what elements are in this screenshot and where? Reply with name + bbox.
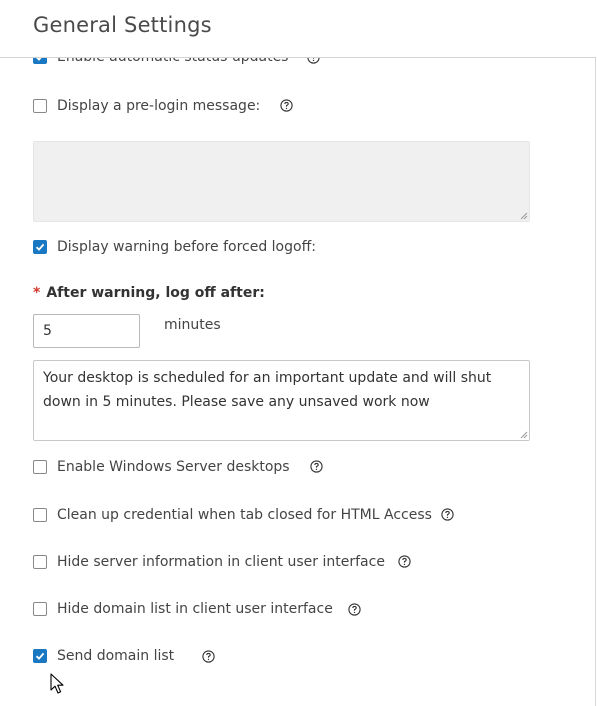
windows-server-checkbox[interactable] (33, 460, 47, 474)
row-hide-domain-list[interactable]: Hide domain list in client user interfac… (33, 599, 333, 619)
mouse-pointer-icon (50, 673, 64, 694)
cleanup-credential-label: Clean up credential when tab closed for … (57, 507, 432, 523)
warning-message-textarea[interactable]: Your desktop is scheduled for an importa… (33, 360, 530, 441)
help-icon[interactable] (398, 555, 411, 568)
minutes-units-label: minutes (164, 317, 221, 333)
prelogin-label: Display a pre-login message: (57, 98, 261, 114)
logoff-after-label: * After warning, log off after: (33, 285, 265, 301)
warning-message-text: Your desktop is scheduled for an importa… (43, 370, 492, 410)
settings-panel: Enable automatic status updates Display … (0, 0, 596, 706)
row-warning[interactable]: Display warning before forced logoff: (33, 237, 316, 257)
help-icon[interactable] (202, 650, 215, 663)
required-marker: * (33, 285, 41, 301)
windows-server-label: Enable Windows Server desktops (57, 459, 290, 475)
prelogin-message-textarea[interactable] (33, 141, 530, 222)
hide-domain-list-checkbox[interactable] (33, 602, 47, 616)
warning-checkbox[interactable] (33, 240, 47, 254)
hide-server-info-checkbox[interactable] (33, 555, 47, 569)
help-icon[interactable] (348, 603, 361, 616)
row-send-domain-list[interactable]: Send domain list (33, 646, 174, 666)
warning-label: Display warning before forced logoff: (57, 239, 316, 255)
help-icon[interactable] (310, 460, 323, 473)
hide-server-info-label: Hide server information in client user i… (57, 554, 385, 570)
help-icon[interactable] (441, 508, 454, 521)
settings-content: Enable automatic status updates Display … (0, 0, 596, 706)
page-title: General Settings (33, 13, 212, 37)
settings-header: General Settings (0, 0, 596, 58)
row-windows-server[interactable]: Enable Windows Server desktops (33, 457, 290, 477)
resize-grip-icon[interactable] (520, 431, 528, 439)
send-domain-list-checkbox[interactable] (33, 649, 47, 663)
send-domain-list-label: Send domain list (57, 648, 175, 664)
row-hide-server-info[interactable]: Hide server information in client user i… (33, 552, 385, 572)
row-prelogin[interactable]: Display a pre-login message: (33, 96, 260, 116)
help-icon[interactable] (280, 99, 293, 112)
logoff-minutes-input[interactable]: 5 (33, 314, 140, 348)
resize-grip-icon[interactable] (520, 212, 528, 220)
row-cleanup-credential[interactable]: Clean up credential when tab closed for … (33, 505, 432, 525)
prelogin-checkbox[interactable] (33, 99, 47, 113)
hide-domain-list-label: Hide domain list in client user interfac… (57, 601, 333, 617)
cleanup-credential-checkbox[interactable] (33, 508, 47, 522)
